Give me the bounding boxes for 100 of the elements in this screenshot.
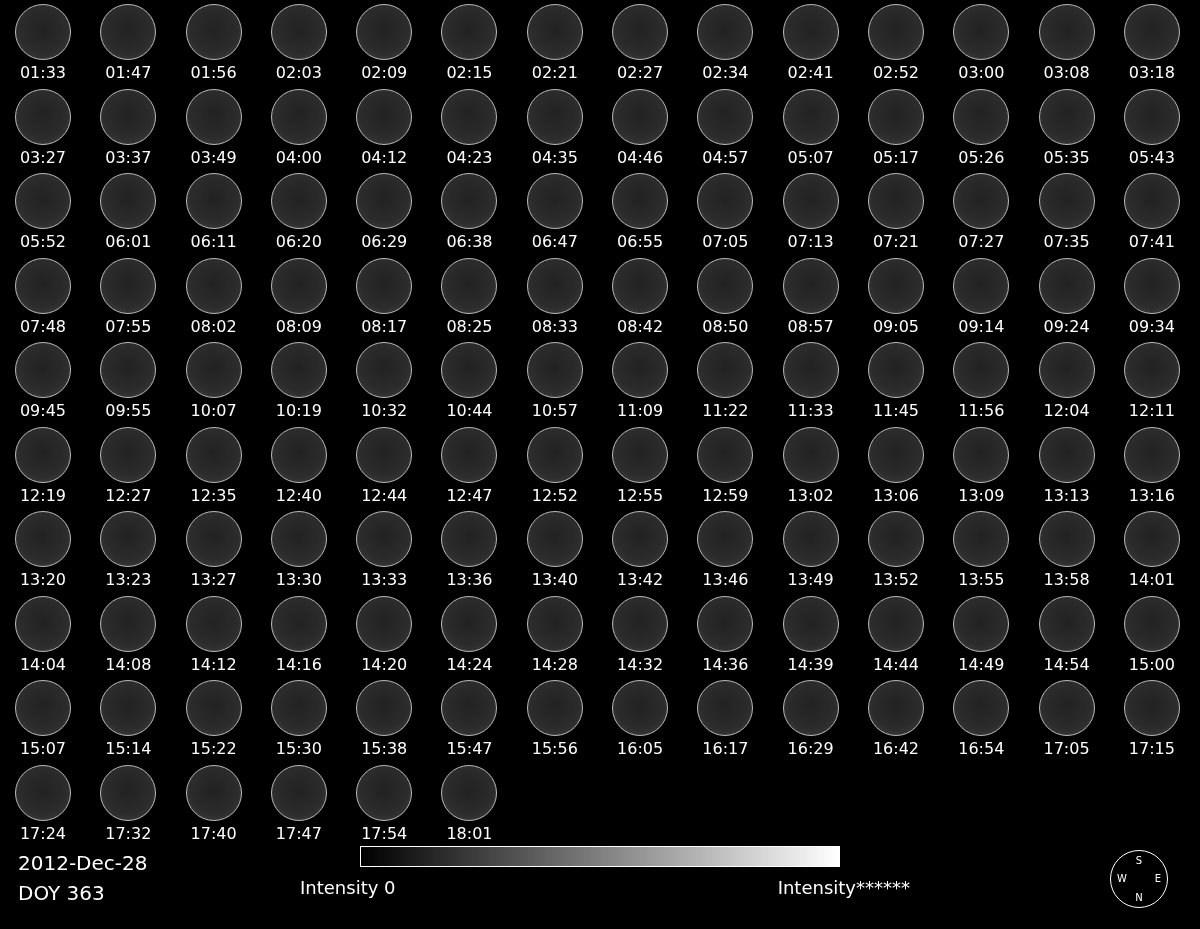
frame-time: 12:47 [446, 485, 493, 506]
frame-time: 09:34 [1128, 316, 1175, 337]
frame-time: 06:11 [190, 232, 237, 252]
frame-time: 03:49 [190, 147, 237, 168]
frame-time: 13:13 [1043, 485, 1090, 506]
frame-time: 07:05 [702, 232, 749, 252]
frame-time: 17:47 [275, 823, 322, 844]
frame-time: 16:05 [617, 739, 664, 759]
frame-time: 08:50 [702, 316, 749, 337]
frame-time: 12:11 [1128, 401, 1175, 421]
frame-time: 10:57 [531, 401, 578, 421]
frame-time: 15:47 [446, 739, 493, 759]
frame-time: 03:08 [1043, 63, 1090, 83]
frame-time: 12:55 [617, 485, 664, 506]
frame-time: 03:37 [105, 147, 152, 168]
frame-time: 07:35 [1043, 232, 1090, 252]
frame-time: 15:56 [531, 739, 578, 759]
frame-time: 05:43 [1128, 147, 1175, 168]
frame-time: 07:48 [19, 316, 67, 337]
frame-time: 05:52 [19, 232, 67, 252]
frame-time: 04:35 [531, 147, 578, 168]
frame-time: 06:38 [446, 232, 493, 252]
frame-time: 13:52 [872, 570, 919, 590]
frame-time: 16:17 [702, 739, 749, 759]
frame-time: 13:02 [787, 485, 834, 506]
frame-time: 12:19 [19, 485, 67, 506]
frame-time: 07:55 [105, 316, 152, 337]
frame-time: 15:07 [19, 739, 67, 759]
frame-time: 03:00 [958, 63, 1005, 83]
frame-time: 11:33 [787, 401, 834, 421]
sky-photo-placeholder [15, 342, 71, 398]
frame-time: 14:20 [361, 654, 408, 675]
frame-time: 14:36 [702, 654, 749, 675]
frame-time: 08:42 [617, 316, 664, 337]
frame-time: 13:27 [190, 570, 237, 590]
frame-time: 11:22 [702, 401, 749, 421]
frame-time: 09:55 [105, 401, 152, 421]
frame-time: 12:52 [531, 485, 578, 506]
frame-time: 02:21 [531, 63, 578, 83]
frame-time: 15:00 [1128, 654, 1175, 675]
intensity-max-label: Intensity****** [777, 877, 910, 898]
frame-time: 12:59 [702, 485, 749, 506]
frame-time: 12:35 [190, 485, 237, 506]
frame-time: 10:32 [361, 401, 408, 421]
frame-time: 06:20 [275, 232, 322, 252]
frame-time: 12:44 [361, 485, 408, 506]
frame-time: 13:46 [702, 570, 749, 590]
frame-time: 14:28 [531, 654, 578, 675]
day-of-year-label: DOY 363 [18, 880, 106, 907]
compass-label: N [1135, 893, 1143, 903]
frame-time: 05:26 [958, 147, 1005, 168]
frame-time: 17:40 [190, 823, 237, 844]
frame-time: 13:58 [1043, 570, 1090, 590]
frame-time: 16:54 [958, 739, 1005, 759]
frame-time: 14:12 [190, 654, 237, 675]
frame-time: 08:33 [531, 316, 578, 337]
frame-time: 05:35 [1043, 147, 1090, 168]
frame-time: 02:41 [787, 63, 834, 83]
frame-time: 01:47 [105, 63, 152, 83]
frame-time: 11:45 [872, 401, 919, 421]
frame-time: 07:21 [872, 232, 919, 252]
date-label: 2012-Dec-28 [18, 850, 149, 877]
frame-time: 13:20 [19, 570, 67, 590]
frame-time: 13:33 [361, 570, 408, 590]
frame-time: 02:34 [702, 63, 749, 83]
frame-time: 16:29 [787, 739, 834, 759]
frame-time: 06:01 [105, 232, 152, 252]
frame-time: 12:40 [275, 485, 322, 506]
frame-time: 13:49 [787, 570, 834, 590]
frame-time: 08:09 [275, 316, 322, 337]
frame-time: 04:57 [702, 147, 749, 168]
frame-time: 01:56 [190, 63, 237, 83]
frame-time: 02:03 [275, 63, 322, 83]
frame-time: 10:07 [190, 401, 237, 421]
frame-time: 04:23 [446, 147, 493, 168]
frame-time: 15:30 [275, 739, 322, 759]
frame-time: 08:17 [361, 316, 408, 337]
compass-label: S [1135, 856, 1143, 866]
frame-time: 13:30 [275, 570, 322, 590]
frame-time: 10:44 [446, 401, 493, 421]
frame-time: 09:05 [872, 316, 919, 337]
frame-time: 03:18 [1128, 63, 1175, 83]
frame-time: 04:12 [361, 147, 408, 168]
frame-time: 14:44 [872, 654, 919, 675]
compass-label: W [1117, 874, 1127, 884]
frame-time: 14:16 [275, 654, 322, 675]
frame-time: 17:15 [1128, 739, 1175, 759]
frame-time: 07:13 [787, 232, 834, 252]
frame-time: 13:06 [872, 485, 919, 506]
frame-time: 05:07 [787, 147, 834, 168]
frame-time: 09:14 [958, 316, 1005, 337]
frame-time: 08:57 [787, 316, 834, 337]
frame-time: 17:54 [361, 823, 408, 844]
frame-time: 14:24 [446, 654, 493, 675]
frame-time: 12:27 [105, 485, 152, 506]
intensity-min-label: Intensity 0 [300, 877, 396, 898]
frame-time: 09:45 [19, 401, 67, 421]
sky-photo-placeholder [15, 680, 71, 736]
frame-time: 13:23 [105, 570, 152, 590]
frame-time: 14:01 [1128, 570, 1175, 590]
